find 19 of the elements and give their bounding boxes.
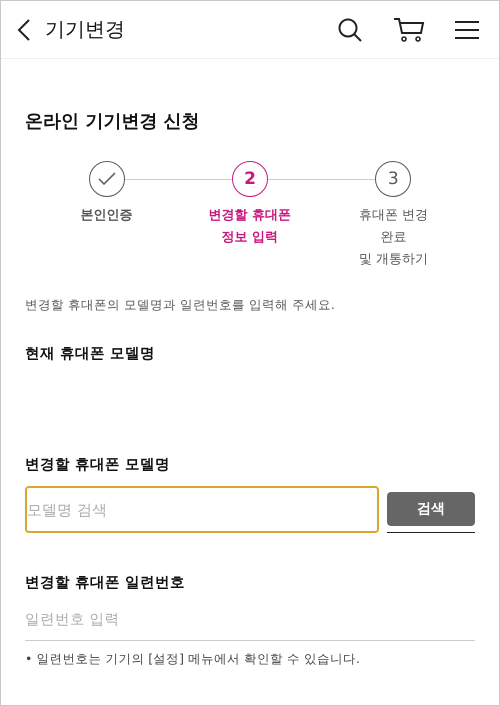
note-text: • 일련번호는 기기의 [설정] 메뉴에서 확인할 수 있습니다. — [25, 651, 361, 668]
model-search-field[interactable]: 모델명 검색 — [25, 486, 379, 533]
search-button[interactable]: 검색 — [387, 492, 475, 526]
instruction-text: 변경할 휴대폰의 모델명과 일련번호를 입력해 주세요. — [25, 297, 336, 314]
section-label: 변경할 휴대폰 일련번호 — [25, 574, 186, 592]
step-number: 3 — [375, 161, 412, 197]
step-label: 휴대폰 변경 완료 및 개통하기 — [358, 207, 428, 269]
page-title: 온라인 기기변경 신청 — [25, 110, 201, 133]
back-button[interactable] — [17, 18, 31, 42]
search-icon[interactable] — [337, 16, 363, 42]
menu-icon[interactable] — [455, 20, 479, 40]
step-label: 변경할 휴대폰 정보 입력 — [208, 207, 292, 247]
step-label: 본인인증 — [80, 207, 133, 225]
cart-icon[interactable] — [393, 16, 425, 42]
section-label: 현재 휴대폰 모델명 — [25, 345, 156, 363]
header-title: 기기변경 — [45, 16, 126, 43]
step-number: 2 — [232, 161, 268, 197]
check-icon — [98, 172, 116, 186]
section-label: 변경할 휴대폰 모델명 — [25, 456, 172, 474]
